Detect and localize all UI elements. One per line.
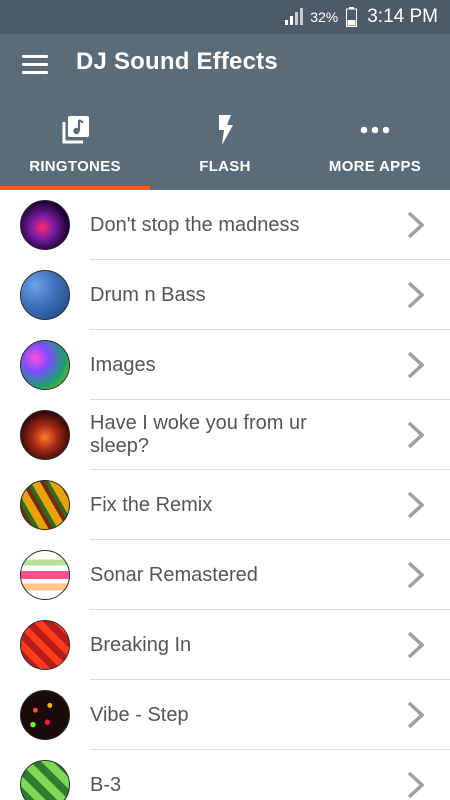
battery-percent: 32% [310,9,339,25]
app-bar: DJ Sound Effects RINGTONES FLASH MORE AP… [0,34,450,190]
signal-icon [285,8,304,25]
chevron-right-icon [407,281,425,309]
ringtone-row[interactable]: Breaking In [0,610,450,680]
hamburger-menu-icon[interactable] [22,55,48,75]
ringtone-thumbnail [20,270,70,320]
ringtone-thumbnail [20,480,70,530]
ringtone-row[interactable]: Drum n Bass [0,260,450,330]
status-bar: 32% 3:14 PM [0,0,450,34]
ringtone-title: Breaking In [90,633,192,656]
ringtone-row[interactable]: Sonar Remastered [0,540,450,610]
tab-flash[interactable]: FLASH [150,110,300,190]
ringtone-thumbnail [20,550,70,600]
ringtone-row[interactable]: B-3 [0,750,450,800]
ringtone-thumbnail [20,690,70,740]
tab-label: FLASH [199,158,251,175]
battery-icon [346,7,358,27]
ringtone-title: Fix the Remix [90,493,213,516]
tab-label: RINGTONES [29,158,121,175]
chevron-right-icon [407,211,425,239]
status-icons: 32% 3:14 PM [284,0,438,34]
chevron-right-icon [407,561,425,589]
ringtone-row[interactable]: Images [0,330,450,400]
flash-icon [215,114,235,146]
ringtone-row[interactable]: Have I woke you from ur sleep? [0,400,450,470]
tab-more-apps[interactable]: MORE APPS [300,110,450,190]
chevron-right-icon [407,421,425,449]
ringtone-title: Have I woke you from ur sleep? [90,412,307,457]
ringtone-thumbnail [20,200,70,250]
clock: 3:14 PM [367,6,438,27]
ringtone-thumbnail [20,760,70,800]
chevron-right-icon [407,491,425,519]
ringtone-title: Vibe - Step [90,703,189,726]
chevron-right-icon [407,631,425,659]
ringtone-row[interactable]: Fix the Remix [0,470,450,540]
chevron-right-icon [407,701,425,729]
ringtone-title: Sonar Remastered [90,563,258,586]
ringtone-row[interactable]: Don't stop the madness [0,190,450,260]
ringtone-thumbnail [20,620,70,670]
more-dots-icon [359,114,391,146]
ringtone-thumbnail [20,340,70,390]
ringtone-title: B-3 [90,773,122,796]
ringtone-title: Drum n Bass [90,283,206,306]
tab-bar: RINGTONES FLASH MORE APPS [0,110,450,190]
music-library-icon [59,114,91,146]
chevron-right-icon [407,351,425,379]
ringtone-title: Don't stop the madness [90,213,300,236]
app-title: DJ Sound Effects [76,48,278,75]
tab-ringtones[interactable]: RINGTONES [0,110,150,190]
ringtone-thumbnail [20,410,70,460]
ringtone-row[interactable]: Vibe - Step [0,680,450,750]
tab-label: MORE APPS [328,158,422,175]
chevron-right-icon [407,771,425,799]
ringtone-list: Don't stop the madness Drum n Bass Image… [0,190,450,800]
ringtone-title: Images [90,353,156,376]
